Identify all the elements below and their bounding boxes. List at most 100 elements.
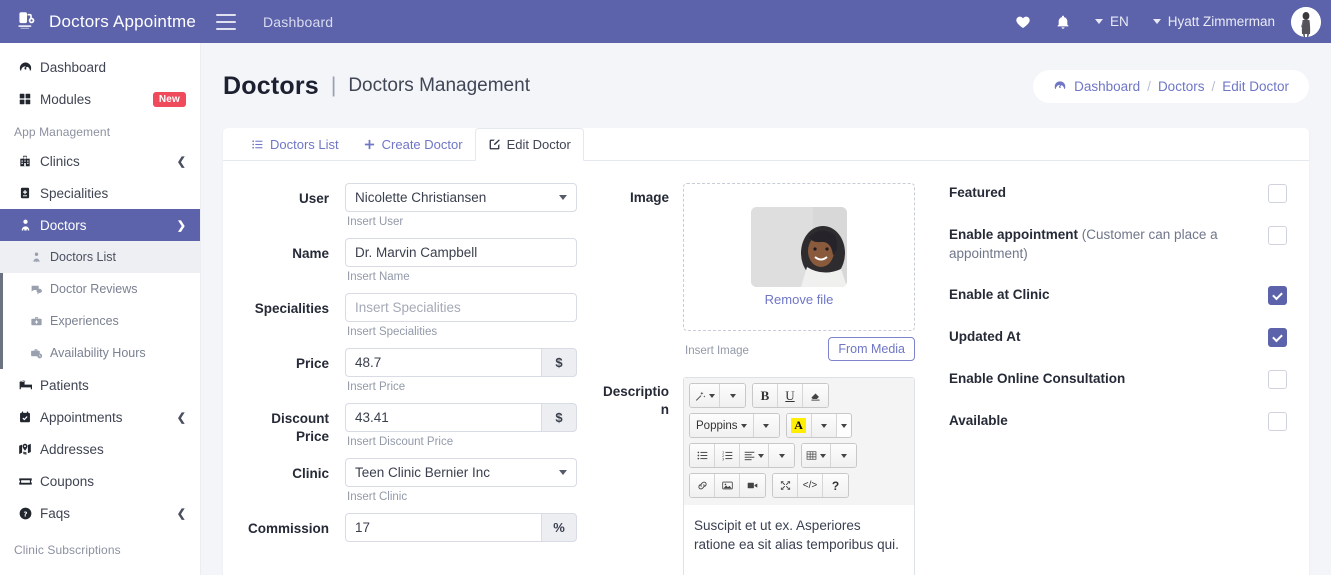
updated-at-checkbox[interactable] <box>1268 328 1287 347</box>
available-checkbox[interactable] <box>1268 412 1287 431</box>
field-label: Price <box>295 356 329 371</box>
from-media-button[interactable]: From Media <box>828 337 915 361</box>
description-textarea[interactable]: Suscipit et ut ex. Asperiores ratione ea… <box>684 505 914 575</box>
name-input[interactable]: Dr. Marvin Campbell <box>345 238 577 267</box>
edit-pencil-icon <box>488 138 501 151</box>
link-icon[interactable] <box>690 474 715 497</box>
text-color-caret[interactable] <box>811 414 837 437</box>
user-menu[interactable]: Hyatt Zimmerman <box>1141 0 1287 43</box>
price-input[interactable]: 48.7 <box>345 348 541 377</box>
table-more-caret[interactable] <box>831 444 856 467</box>
breadcrumb-item-doctors[interactable]: Doctors <box>1158 79 1205 94</box>
discount-price-input[interactable]: 43.41 <box>345 403 541 432</box>
editor-format-group: B U <box>752 383 829 408</box>
notifications-button[interactable] <box>1043 0 1083 43</box>
help-icon[interactable]: ? <box>823 474 848 497</box>
option-title: Featured <box>949 185 1007 200</box>
grid-icon <box>18 92 40 106</box>
enable-online-consultation-checkbox[interactable] <box>1268 370 1287 389</box>
doctor-small-icon <box>30 251 50 264</box>
sidebar-item-addresses[interactable]: Addresses <box>0 433 200 465</box>
brand-logo-area[interactable]: Doctors Appointme <box>0 0 201 43</box>
image-dropzone[interactable]: Remove file <box>683 183 915 331</box>
sidebar-item-label: Dashboard <box>40 59 107 75</box>
price-currency-addon: $ <box>541 348 577 377</box>
avatar[interactable] <box>1291 6 1321 37</box>
sidebar-item-modules[interactable]: Modules New <box>0 83 200 115</box>
sidebar-item-faqs[interactable]: ? Faqs ❮ <box>0 497 200 529</box>
tab-doctors-list[interactable]: Doctors List <box>239 128 351 161</box>
color-more-caret[interactable] <box>837 414 851 437</box>
speedometer-icon <box>18 60 40 75</box>
breadcrumb-item-dashboard[interactable]: Dashboard <box>1074 79 1140 94</box>
sidebar-item-availability-hours[interactable]: Availability Hours <box>0 337 200 369</box>
remove-file-link[interactable]: Remove file <box>765 292 834 307</box>
clinic-select[interactable]: Teen Clinic Bernier Inc <box>345 458 577 487</box>
field-hint: Insert Image <box>685 345 749 357</box>
style-dropdown-caret[interactable] <box>720 384 745 407</box>
featured-checkbox[interactable] <box>1268 184 1287 203</box>
sidebar-item-coupons[interactable]: Coupons <box>0 465 200 497</box>
underline-icon[interactable]: U <box>778 384 803 407</box>
option-label: Enable Online Consultation <box>949 369 1268 388</box>
sidebar-item-patients[interactable]: Patients <box>0 369 200 401</box>
font-family-select[interactable]: Poppins <box>690 414 754 437</box>
sidebar-item-doctors[interactable]: Doctors ❯ <box>0 209 200 241</box>
question-circle-icon: ? <box>18 506 40 521</box>
hamburger-icon[interactable] <box>216 13 236 30</box>
fullscreen-icon[interactable] <box>773 474 798 497</box>
text-color-icon[interactable]: A <box>786 414 812 437</box>
status-badge: New <box>152 91 186 107</box>
font-dropdown-caret[interactable] <box>753 414 779 437</box>
specialities-input[interactable]: Insert Specialities <box>345 293 577 322</box>
sidebar-submenu-doctors: Doctors List Doctor Reviews Experiences … <box>0 241 200 369</box>
form-left-column: User Nicolette Christiansen Insert User … <box>223 183 595 575</box>
magic-wand-icon[interactable] <box>690 384 720 407</box>
favorites-button[interactable] <box>1003 0 1043 43</box>
eraser-icon[interactable] <box>803 384 828 407</box>
sidebar-item-appointments[interactable]: Appointments ❮ <box>0 401 200 433</box>
select-value: Nicolette Christiansen <box>355 190 487 205</box>
code-view-icon[interactable]: </> <box>798 474 823 497</box>
content-card: Doctors List Create Doctor Edit Doctor U… <box>223 128 1309 575</box>
table-icon[interactable] <box>802 444 831 467</box>
sidebar-item-clinics[interactable]: Clinics ❮ <box>0 145 200 177</box>
enable-appointment-checkbox[interactable] <box>1268 226 1287 245</box>
commission-input[interactable]: 17 <box>345 513 541 542</box>
align-icon[interactable] <box>740 444 769 467</box>
field-label: Name <box>292 246 329 261</box>
editor-color-group: A <box>785 413 852 438</box>
sidebar-item-experiences[interactable]: Experiences <box>0 305 200 337</box>
sidebar-item-doctors-list[interactable]: Doctors List <box>0 241 200 273</box>
sidebar-item-doctor-reviews[interactable]: Doctor Reviews <box>0 273 200 305</box>
breadcrumb-item-edit-doctor: Edit Doctor <box>1222 78 1289 94</box>
align-more-caret[interactable] <box>769 444 794 467</box>
field-label: Image <box>629 190 669 205</box>
editor-toolbar-row-3: 123 <box>689 443 909 468</box>
picture-icon[interactable] <box>715 474 740 497</box>
tab-label: Doctors List <box>270 137 339 152</box>
chevron-down-icon <box>840 453 847 458</box>
video-icon[interactable] <box>740 474 765 497</box>
field-label: Description <box>602 384 669 417</box>
chevron-down-icon <box>709 393 715 398</box>
tab-edit-doctor[interactable]: Edit Doctor <box>474 128 584 161</box>
bold-icon[interactable]: B <box>753 384 778 407</box>
enable-at-clinic-checkbox[interactable] <box>1268 286 1287 305</box>
user-select[interactable]: Nicolette Christiansen <box>345 183 577 212</box>
svg-text:?: ? <box>24 510 28 518</box>
option-title: Enable Online Consultation <box>949 371 1126 386</box>
field-label: Commission <box>247 521 329 536</box>
ordered-list-icon[interactable]: 123 <box>715 444 740 467</box>
bed-patient-icon <box>18 378 40 393</box>
language-selector[interactable]: EN <box>1083 0 1141 43</box>
sidebar-item-label: Experiences <box>50 314 119 328</box>
sidebar-item-dashboard[interactable]: Dashboard <box>0 51 200 83</box>
tab-create-doctor[interactable]: Create Doctor <box>351 128 475 161</box>
unordered-list-icon[interactable] <box>690 444 715 467</box>
sidebar-item-specialities[interactable]: Specialities <box>0 177 200 209</box>
language-label: EN <box>1109 14 1129 29</box>
sidebar-item-label: Specialities <box>40 185 109 201</box>
chevron-left-icon: ❮ <box>176 507 186 520</box>
chevron-down-icon <box>1152 19 1161 24</box>
